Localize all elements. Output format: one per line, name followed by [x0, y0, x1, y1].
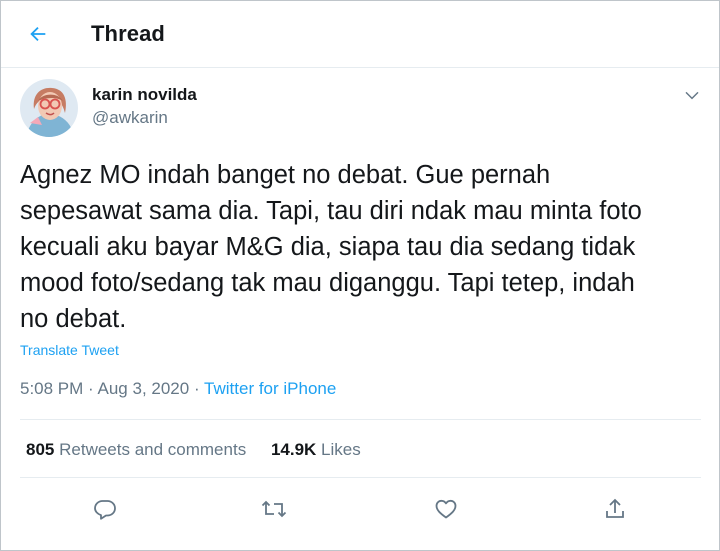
share-icon — [606, 498, 624, 518]
tweet-thread-window: Thread karin novilda @awkarin Agnez MO i… — [0, 0, 720, 551]
retweets-label: Retweets and comments — [59, 440, 247, 459]
retweet-icon — [261, 500, 287, 518]
retweets-count: 805 — [26, 440, 55, 459]
divider — [20, 477, 701, 478]
chevron-down-icon — [685, 91, 699, 100]
tweet-stats: 805 Retweets and comments 14.9K Likes — [26, 440, 361, 460]
translate-tweet-link[interactable]: Translate Tweet — [20, 342, 119, 358]
reply-button[interactable] — [90, 494, 120, 524]
author-name[interactable]: karin novilda — [92, 85, 197, 105]
back-button[interactable] — [21, 17, 55, 51]
like-button[interactable] — [431, 494, 461, 524]
arrow-left-icon — [30, 26, 46, 42]
tweet-time[interactable]: 5:08 PM — [20, 379, 83, 398]
retweets-stat[interactable]: 805 Retweets and comments — [26, 440, 246, 459]
reply-icon — [94, 500, 116, 520]
likes-count: 14.9K — [270, 440, 317, 459]
tweet-meta: 5:08 PM · Aug 3, 2020 · Twitter for iPho… — [20, 379, 336, 399]
tweet-text: Agnez MO indah banget no debat. Gue pern… — [20, 161, 642, 333]
like-icon — [435, 499, 457, 519]
likes-label: Likes — [321, 440, 361, 459]
tweet-date[interactable]: Aug 3, 2020 — [98, 379, 190, 398]
retweet-button[interactable] — [259, 494, 289, 524]
author-handle[interactable]: @awkarin — [92, 108, 168, 128]
meta-separator: · — [88, 379, 94, 398]
divider — [20, 419, 701, 420]
more-options-button[interactable] — [681, 84, 703, 106]
thread-header: Thread — [1, 1, 719, 68]
avatar[interactable] — [20, 79, 78, 137]
tweet-source-link[interactable]: Twitter for iPhone — [204, 379, 336, 398]
page-title: Thread — [91, 21, 165, 46]
likes-stat[interactable]: 14.9K Likes — [271, 440, 361, 459]
meta-separator: · — [193, 379, 200, 398]
avatar-image — [20, 79, 78, 137]
share-button[interactable] — [600, 494, 630, 524]
